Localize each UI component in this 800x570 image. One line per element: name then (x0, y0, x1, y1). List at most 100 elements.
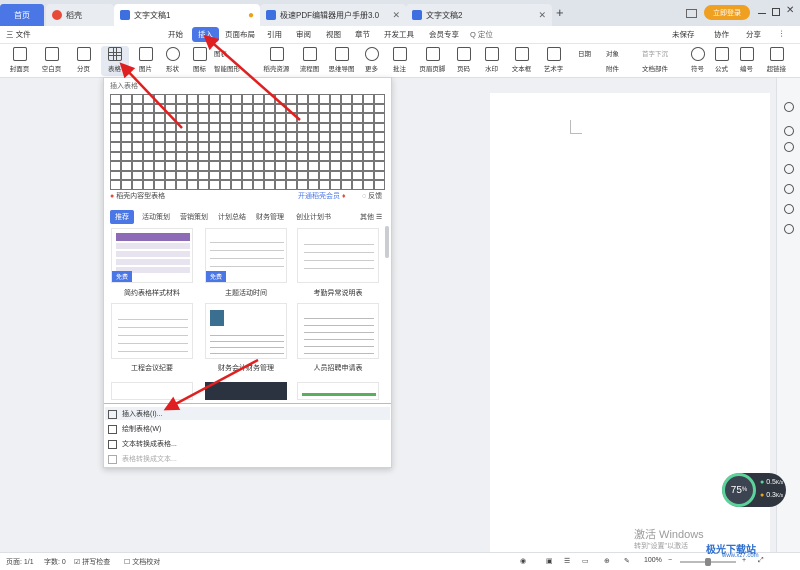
table-grid-cell[interactable] (308, 113, 319, 123)
wordart-button[interactable]: 艺术字 (540, 46, 568, 76)
template-card[interactable] (297, 382, 379, 400)
table-grid-cell[interactable] (374, 161, 385, 171)
table-grid-cell[interactable] (187, 122, 198, 133)
table-grid-cell[interactable] (143, 170, 154, 181)
table-grid-cell[interactable] (352, 113, 363, 123)
smartart-button[interactable]: 智能图形 (214, 63, 240, 73)
table-grid-cell[interactable] (231, 103, 242, 114)
table-grid-cell[interactable] (330, 180, 341, 190)
category-marketing[interactable]: 营销策划 (180, 212, 208, 222)
zoom-slider-handle[interactable] (705, 558, 711, 566)
menu-review[interactable]: 审阅 (296, 29, 311, 40)
table-grid-cell[interactable] (176, 161, 187, 171)
table-grid-cell[interactable] (121, 170, 132, 181)
table-grid-cell[interactable] (319, 113, 330, 123)
table-grid-cell[interactable] (352, 151, 363, 162)
template-card[interactable]: 免费 (205, 228, 287, 283)
table-grid-cell[interactable] (154, 132, 165, 142)
table-grid-cell[interactable] (242, 103, 253, 114)
table-grid-cell[interactable] (154, 113, 165, 123)
nav-icon[interactable] (784, 142, 794, 152)
menu-page-layout[interactable]: 页面布局 (225, 29, 255, 40)
table-grid-cell[interactable] (198, 170, 209, 181)
table-grid-cell[interactable] (187, 161, 198, 171)
table-grid-cell[interactable] (341, 113, 352, 123)
table-grid-cell[interactable] (121, 122, 132, 133)
table-grid-cell[interactable] (209, 132, 220, 142)
table-grid-cell[interactable] (341, 170, 352, 181)
table-grid-cell[interactable] (330, 103, 341, 114)
table-grid-cell[interactable] (319, 161, 330, 171)
template-card[interactable] (205, 303, 287, 359)
table-grid-cell[interactable] (132, 161, 143, 171)
doc-part-button[interactable]: 文档部件 (642, 63, 668, 73)
tab-daoke[interactable]: 稻壳 (46, 4, 114, 26)
table-grid-cell[interactable] (176, 170, 187, 181)
close-icon[interactable]: ✕ (538, 10, 546, 21)
table-grid-cell[interactable] (363, 113, 374, 123)
table-grid-cell[interactable] (176, 151, 187, 162)
zoom-out-icon[interactable]: − (668, 557, 672, 564)
table-grid-cell[interactable] (209, 151, 220, 162)
table-grid-cell[interactable] (132, 94, 143, 104)
feedback-link[interactable]: ◌ 反馈 (362, 191, 382, 201)
table-grid-cell[interactable] (297, 122, 308, 133)
table-grid-cell[interactable] (374, 132, 385, 142)
vip-link[interactable]: 开通稻壳会员 ♦ (298, 191, 346, 201)
table-grid-cell[interactable] (275, 94, 286, 104)
menu-view[interactable]: 视图 (326, 29, 341, 40)
doc-proof[interactable]: ☐ 文档校对 (124, 557, 160, 567)
template-card[interactable] (111, 382, 193, 400)
table-grid-cell[interactable] (308, 103, 319, 114)
table-grid-cell[interactable] (275, 170, 286, 181)
table-grid-cell[interactable] (220, 113, 231, 123)
table-grid-cell[interactable] (374, 94, 385, 104)
icon-button[interactable]: 图标 (186, 46, 214, 76)
table-grid-cell[interactable] (275, 151, 286, 162)
table-grid-cell[interactable] (363, 103, 374, 114)
table-grid-cell[interactable] (297, 113, 308, 123)
table-grid-cell[interactable] (363, 142, 374, 152)
table-grid-cell[interactable] (264, 132, 275, 142)
table-grid-cell[interactable] (253, 161, 264, 171)
template-card[interactable] (297, 303, 379, 359)
table-grid-cell[interactable] (341, 132, 352, 142)
numbering-button[interactable]: 编号 (733, 46, 761, 76)
table-grid-cell[interactable] (209, 142, 220, 152)
category-finance[interactable]: 财务管理 (256, 212, 284, 222)
help-icon[interactable] (784, 184, 794, 194)
template-card[interactable] (297, 228, 379, 283)
table-grid-cell[interactable] (297, 161, 308, 171)
table-grid-cell[interactable] (198, 161, 209, 171)
tab-document-2[interactable]: 文字文稿2 ✕ (406, 4, 552, 26)
login-button[interactable]: 立即登录 (704, 5, 750, 20)
table-grid-cell[interactable] (154, 180, 165, 190)
table-grid-cell[interactable] (198, 151, 209, 162)
dropcap-button[interactable]: 首字下沉 (642, 48, 668, 58)
tab-home[interactable]: 首页 (0, 4, 44, 26)
table-grid-cell[interactable] (297, 170, 308, 181)
table-grid-cell[interactable] (286, 122, 297, 133)
table-grid-cell[interactable] (275, 180, 286, 190)
category-business-plan[interactable]: 创业计划书 (296, 212, 331, 222)
table-grid-cell[interactable] (154, 151, 165, 162)
table-grid-cell[interactable] (242, 113, 253, 123)
table-grid-cell[interactable] (220, 132, 231, 142)
table-grid-cell[interactable] (363, 180, 374, 190)
table-grid-cell[interactable] (132, 180, 143, 190)
table-grid-cell[interactable] (264, 170, 275, 181)
table-grid-cell[interactable] (121, 103, 132, 114)
blank-page-button[interactable]: 空白页 (38, 46, 66, 76)
table-grid-cell[interactable] (165, 113, 176, 123)
table-grid-cell[interactable] (187, 142, 198, 152)
table-grid-cell[interactable] (330, 122, 341, 133)
table-grid-cell[interactable] (275, 142, 286, 152)
table-grid-cell[interactable] (352, 94, 363, 104)
table-grid-cell[interactable] (253, 94, 264, 104)
table-grid-cell[interactable] (319, 122, 330, 133)
menu-references[interactable]: 引用 (267, 29, 282, 40)
table-grid-cell[interactable] (231, 180, 242, 190)
table-grid-cell[interactable] (176, 132, 187, 142)
tab-document-1[interactable]: 文字文稿1 ● (114, 4, 260, 26)
table-grid-cell[interactable] (121, 94, 132, 104)
